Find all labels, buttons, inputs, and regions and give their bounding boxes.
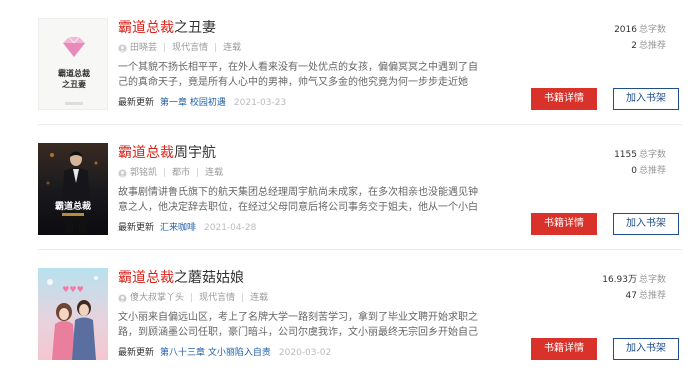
word-count: 1155 — [614, 150, 637, 160]
word-count-unit: 总字数 — [638, 150, 666, 160]
book-genre[interactable]: 现代言情 — [172, 42, 208, 54]
book-title[interactable]: 霸道总裁之蘑菇姑娘 — [118, 269, 244, 287]
book-genre[interactable]: 现代言情 — [199, 292, 235, 304]
book-author[interactable]: 傻大叔掌丫头 — [130, 292, 184, 304]
meta-divider: | — [196, 168, 200, 178]
title-rest[interactable]: 之蘑菇姑娘 — [174, 270, 244, 286]
add-to-shelf-button[interactable]: 加入书架 — [613, 213, 679, 235]
word-count: 16.93万 — [602, 275, 637, 285]
book-description: 一个其貌不扬长相平平，在外人看来没有一处优点的女孩，偏偏冥冥之中遇到了自己的真命… — [118, 62, 478, 88]
recommend-unit: 总推荐 — [638, 41, 666, 51]
title-highlight[interactable]: 霸道总裁 — [118, 20, 174, 36]
book-stats: 16.93万 总字数 47 总推荐 — [602, 272, 666, 304]
book-item: 霸道总裁 之丑妻 霸道总裁之丑妻 田晓芸 | 现代言情 | 连载 一个其貌不扬长… — [0, 0, 700, 125]
cover-image: 霸道总裁 之丑妻 — [39, 19, 107, 109]
book-stats: 2016 总字数 2 总推荐 — [614, 22, 666, 54]
latest-date: 2020-03-02 — [278, 348, 332, 358]
book-detail-button[interactable]: 书籍详情 — [531, 338, 597, 360]
recommend-unit: 总推荐 — [638, 291, 666, 301]
latest-date: 2021-04-28 — [204, 223, 257, 233]
latest-update: 最新更新 汇来咖啡 2021-04-28 — [118, 222, 256, 234]
author-icon — [118, 293, 127, 303]
author-icon — [118, 168, 127, 178]
book-item: 霸道总裁 霸道总裁周宇航 郭铭凯 | 都市 | 连载 故事剧情讲鲁氏旗下的航天集… — [0, 125, 700, 250]
recommend-row: 47 总推荐 — [602, 288, 666, 304]
word-count-unit: 总字数 — [638, 25, 666, 35]
book-detail-button[interactable]: 书籍详情 — [531, 213, 597, 235]
title-rest[interactable]: 周宇航 — [174, 145, 216, 161]
book-meta: 田晓芸 | 现代言情 | 连载 — [118, 42, 241, 54]
word-count: 2016 — [614, 25, 637, 35]
book-description: 故事剧情讲鲁氏旗下的航天集团总经理周宇航尚未成家，在多次相亲也没能遇见钟意之人，… — [118, 187, 478, 213]
add-to-shelf-button[interactable]: 加入书架 — [613, 88, 679, 110]
meta-divider: | — [163, 43, 167, 53]
latest-chapter[interactable]: 第八十三章 文小丽陷入自责 — [160, 348, 271, 358]
book-cover[interactable]: 霸道总裁 之丑妻 — [38, 18, 108, 110]
book-cover[interactable]: 霸道总裁 — [38, 143, 108, 235]
meta-divider: | — [190, 293, 194, 303]
title-highlight[interactable]: 霸道总裁 — [118, 145, 174, 161]
latest-update: 最新更新 第八十三章 文小丽陷入自责 2020-03-02 — [118, 347, 331, 359]
word-count-row: 16.93万 总字数 — [602, 272, 666, 288]
latest-update: 最新更新 第一章 校园初遇 2021-03-23 — [118, 97, 286, 109]
book-detail-button[interactable]: 书籍详情 — [531, 88, 597, 110]
recommend-unit: 总推荐 — [638, 166, 666, 176]
book-cover[interactable]: ♥♥♥ — [38, 268, 108, 360]
word-count-row: 1155 总字数 — [614, 147, 666, 163]
latest-label: 最新更新 — [118, 348, 155, 358]
book-stats: 1155 总字数 0 总推荐 — [614, 147, 666, 179]
book-author[interactable]: 田晓芸 — [130, 42, 157, 54]
latest-label: 最新更新 — [118, 223, 155, 233]
recommend-row: 0 总推荐 — [614, 163, 666, 179]
book-item: ♥♥♥ 霸道总裁之蘑菇姑娘 傻大叔掌丫头 | 现代言情 | 连载 文小丽来自偏远… — [0, 250, 700, 375]
book-meta: 傻大叔掌丫头 | 现代言情 | 连载 — [118, 292, 268, 304]
title-rest[interactable]: 之丑妻 — [174, 20, 216, 36]
book-list: 霸道总裁 之丑妻 霸道总裁之丑妻 田晓芸 | 现代言情 | 连载 一个其貌不扬长… — [0, 0, 700, 375]
meta-divider: | — [214, 43, 218, 53]
cover-image: ♥♥♥ — [38, 268, 108, 360]
book-author[interactable]: 郭铭凯 — [130, 167, 157, 179]
recommend-row: 2 总推荐 — [614, 38, 666, 54]
book-title[interactable]: 霸道总裁之丑妻 — [118, 19, 216, 37]
latest-chapter[interactable]: 汇来咖啡 — [160, 223, 196, 233]
cover-logo: ♥♥♥ — [62, 285, 84, 294]
author-icon — [118, 43, 127, 53]
word-count-unit: 总字数 — [638, 275, 666, 285]
latest-date: 2021-03-23 — [233, 98, 287, 108]
book-status: 连载 — [223, 43, 242, 53]
meta-divider: | — [241, 293, 245, 303]
book-status: 连载 — [250, 293, 269, 303]
book-genre[interactable]: 都市 — [172, 167, 190, 179]
book-description: 文小丽来自偏远山区，考上了名牌大学一路刻苦学习，拿到了毕业文聘开始求职之路，到顾… — [118, 312, 478, 338]
latest-chapter[interactable]: 第一章 校园初遇 — [160, 98, 226, 108]
title-highlight[interactable]: 霸道总裁 — [118, 270, 174, 286]
add-to-shelf-button[interactable]: 加入书架 — [613, 338, 679, 360]
word-count-row: 2016 总字数 — [614, 22, 666, 38]
cover-title-line1: 霸道总裁 — [55, 200, 91, 212]
cover-title-line1: 霸道总裁 — [58, 68, 90, 78]
recommend-count: 47 — [625, 291, 637, 301]
recommend-count: 2 — [631, 41, 637, 51]
meta-divider: | — [163, 168, 167, 178]
recommend-count: 0 — [631, 166, 637, 176]
cover-image: 霸道总裁 — [38, 143, 108, 235]
book-meta: 郭铭凯 | 都市 | 连载 — [118, 167, 223, 179]
cover-title-line2: 之丑妻 — [62, 79, 86, 89]
book-status: 连载 — [205, 168, 224, 178]
latest-label: 最新更新 — [118, 98, 155, 108]
book-title[interactable]: 霸道总裁周宇航 — [118, 144, 216, 162]
